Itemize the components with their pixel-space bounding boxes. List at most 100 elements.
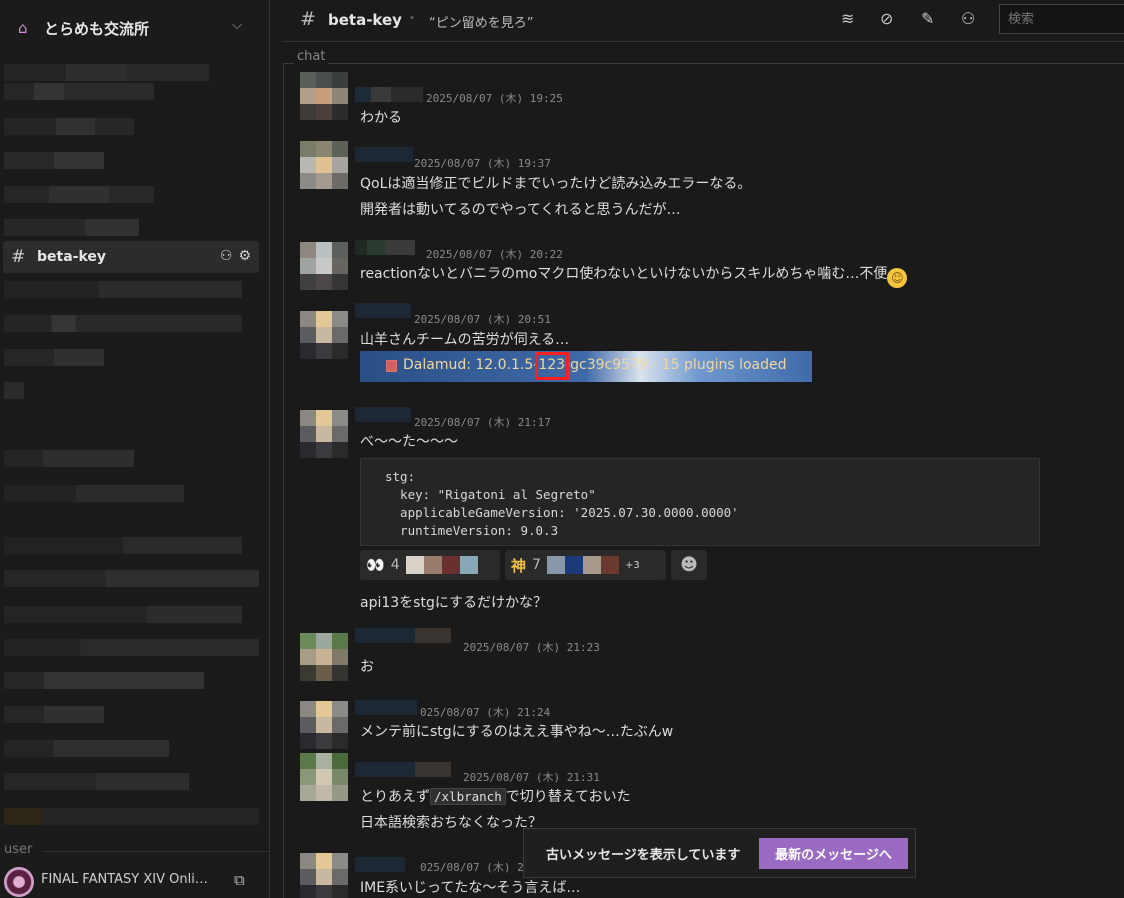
channel-item-blurred[interactable] (4, 281, 242, 298)
highlight-box (535, 352, 569, 380)
avatar[interactable] (300, 410, 348, 458)
message-timestamp: 2025/08/07 (木) 21:23 (463, 641, 600, 654)
avatar[interactable] (300, 141, 348, 189)
separator-dot: • (409, 13, 415, 24)
message-timestamp: 2025/08/07 (木) 20:51 (414, 313, 551, 326)
message-timestamp: 2025/08/07 (木) 20:22 (426, 248, 563, 261)
server-name: とらめも交流所 (44, 19, 150, 38)
message-timestamp: 2025/08/07 (木) 21:31 (463, 771, 600, 784)
more-reactors-count: +3 (624, 559, 640, 571)
channel-item-blurred[interactable] (4, 186, 154, 203)
message-text: QoLは適当修正でビルドまでいったけど読み込みエラーなる。 (360, 176, 752, 192)
avatar[interactable] (300, 72, 348, 120)
avatar[interactable] (300, 753, 348, 801)
jump-to-latest-button[interactable]: 最新のメッセージへ (759, 838, 908, 869)
search-input[interactable] (999, 4, 1124, 34)
channel-item-blurred[interactable] (4, 485, 184, 502)
user-activity: FINAL FANTASY XIV Onli… (41, 872, 208, 887)
hash-icon: # (300, 8, 316, 30)
gear-icon[interactable]: ⚙ (238, 248, 251, 264)
reaction-eyes[interactable]: 👀 4 (360, 550, 500, 580)
username-blurred[interactable] (355, 240, 415, 255)
channel-item-blurred[interactable] (4, 152, 104, 169)
image-attachment[interactable]: Dalamud: 12.0.1.5-123-gc39c9579 - 15 plu… (360, 351, 812, 382)
channel-item-blurred[interactable] (4, 537, 242, 554)
channel-item-blurred[interactable] (4, 83, 154, 100)
channel-item-blurred[interactable] (4, 773, 189, 790)
message-timestamp: 2025/08/07 (木) 19:37 (414, 157, 551, 170)
username-blurred[interactable] (355, 762, 451, 777)
channel-item-blurred[interactable] (4, 570, 259, 587)
code-content: stg: key: "Rigatoni al Segreto" applicab… (385, 469, 739, 538)
avatar[interactable] (300, 633, 348, 681)
message-text: べ～～た～～～ (360, 434, 458, 450)
channel-item-blurred[interactable] (4, 382, 24, 399)
message-timestamp: 2025/08/07 (木) 21:17 (414, 416, 551, 429)
username-blurred[interactable] (355, 857, 405, 872)
message-text: メンテ前にstgにするのはええ事やね～…たぶんw (360, 724, 674, 740)
avatar[interactable] (300, 242, 348, 290)
channel-item-blurred[interactable] (4, 315, 242, 332)
username-blurred[interactable] (355, 628, 451, 643)
channel-item-blurred[interactable] (4, 606, 242, 623)
message-text: reactionないとバニラのmoマクロ使わないといけないからスキルめちゃ噛む…… (360, 263, 908, 288)
reactor-avatars (546, 556, 619, 574)
attachment-caption: Dalamud: 12.0.1.5-123-gc39c9579 - 15 plu… (403, 357, 787, 373)
smile-halo-emoji: ☺ (887, 268, 908, 288)
smiley-add-icon[interactable]: ☻ (671, 550, 707, 580)
older-messages-notice: 古いメッセージを表示しています 最新のメッセージへ (523, 828, 916, 878)
reactor-avatars (405, 556, 478, 574)
mute-icon[interactable]: ⊘ (880, 9, 893, 28)
channel-item-blurred[interactable] (4, 349, 104, 366)
channel-title: beta-key (328, 11, 402, 29)
channel-item-blurred[interactable] (4, 740, 169, 757)
eyes-emoji: 👀 (366, 556, 385, 574)
username-blurred[interactable] (355, 147, 413, 162)
dalamud-icon (386, 360, 397, 372)
avatar[interactable] (300, 311, 348, 359)
channel-item-blurred[interactable] (4, 219, 139, 236)
message-text: 日本語検索おちなくなった？ (360, 815, 542, 831)
inline-code: /xlbranch (430, 788, 506, 805)
threads-icon[interactable]: ≋ (841, 9, 854, 28)
user-legend: user (4, 842, 33, 857)
server-header[interactable]: ⌂ とらめも交流所 ⌵ (0, 0, 262, 56)
avatar[interactable] (4, 867, 34, 897)
username-blurred[interactable] (355, 700, 417, 715)
username-blurred[interactable] (355, 303, 411, 318)
message-timestamp: 025/08/07 (木) 21:24 (420, 706, 551, 719)
avatar[interactable] (300, 853, 348, 898)
message-text: 開発者は動いてるのでやってくれると思うんだが… (360, 202, 681, 218)
notice-text: 古いメッセージを表示しています (546, 847, 741, 863)
channel-item-blurred[interactable] (4, 450, 134, 467)
username-blurred[interactable] (355, 87, 423, 102)
chevron-down-icon[interactable]: ⌵ (232, 18, 242, 33)
message-text: とりあえず/xlbranch で切り替えておいた (360, 788, 631, 805)
avatar[interactable] (300, 701, 348, 749)
channel-name: beta-key (37, 249, 107, 265)
channel-item-blurred[interactable] (4, 808, 259, 825)
hash-icon: # (11, 247, 26, 267)
message-timestamp: 2025/08/07 (木) 19:25 (426, 92, 563, 105)
channel-item-blurred[interactable] (4, 706, 104, 723)
channel-item-blurred[interactable] (4, 672, 204, 689)
kami-emoji: 神 (511, 556, 527, 575)
message-text: api13をstgにするだけかな？ (360, 595, 547, 611)
reaction-count: 4 (390, 557, 400, 573)
channel-topic: “ピン留めを見ろ” (429, 16, 534, 31)
channel-item-blurred[interactable] (4, 64, 209, 81)
username-blurred[interactable] (355, 407, 411, 422)
screen-share-icon[interactable]: ⧉ (234, 871, 245, 889)
reaction-count: 7 (532, 557, 541, 573)
chat-legend: chat (294, 49, 329, 64)
reaction-kami[interactable]: 神 7 +3 (505, 550, 666, 580)
channel-header: # beta-key • “ピン留めを見ろ” ≋ ⊘ ✎ ⚇ (283, 0, 1124, 42)
channel-item-blurred[interactable] (4, 639, 259, 656)
pin-icon[interactable]: ✎ (921, 9, 934, 28)
add-member-icon[interactable]: ⚇ (220, 248, 233, 264)
house-icon: ⌂ (18, 19, 28, 37)
message-text: わかる (360, 110, 402, 126)
members-icon[interactable]: ⚇ (961, 9, 975, 28)
channel-item-blurred[interactable] (4, 118, 134, 135)
channel-item-beta-key[interactable]: # beta-key ⚇ ⚙ (3, 241, 259, 273)
